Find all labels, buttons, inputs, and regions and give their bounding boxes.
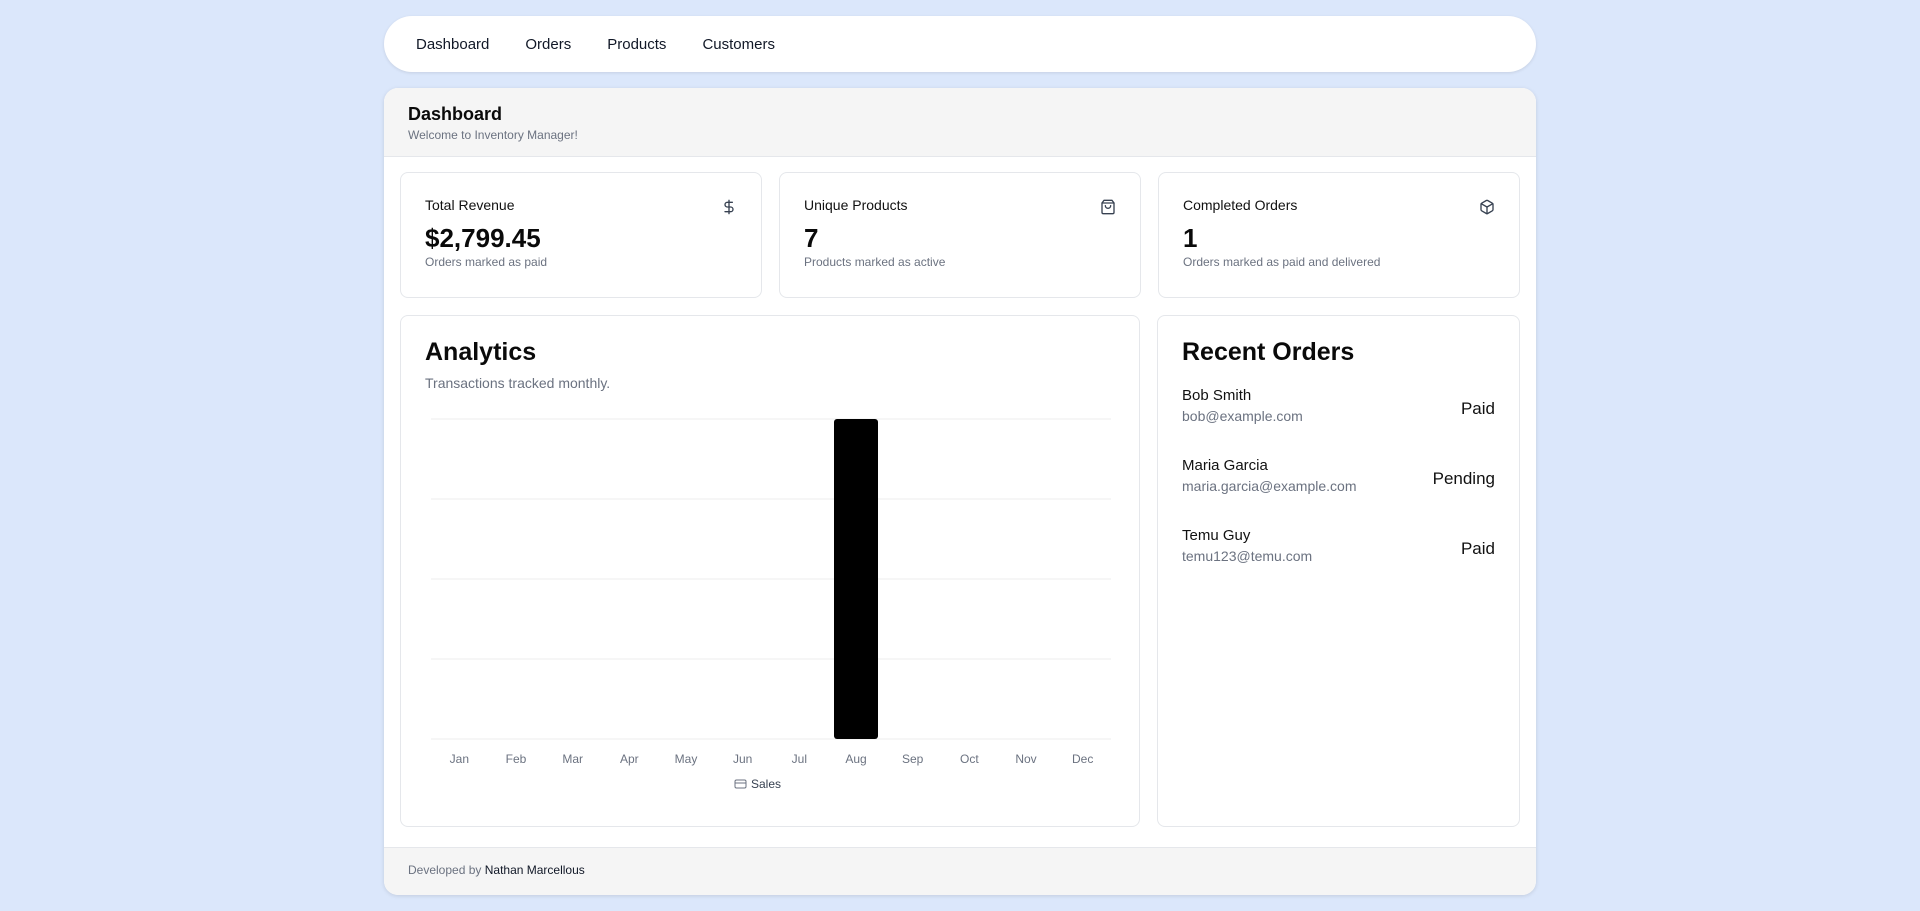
- dollar-icon: [724, 199, 734, 215]
- x-tick-label: May: [675, 752, 698, 766]
- order-item[interactable]: Temu Guy temu123@temu.com Paid: [1182, 527, 1495, 597]
- stat-value: $2,799.45: [425, 223, 541, 253]
- x-tick-label: Dec: [1072, 752, 1093, 766]
- order-customer-name: Temu Guy: [1182, 527, 1251, 544]
- x-tick-label: Apr: [620, 752, 639, 766]
- legend-swatch-icon: [734, 779, 747, 789]
- stat-value: 1: [1183, 223, 1198, 253]
- package-icon: [1480, 199, 1494, 215]
- stat-card-orders: Completed Orders 1 Orders marked as paid…: [1158, 172, 1520, 298]
- order-item[interactable]: Bob Smith bob@example.com Paid: [1182, 387, 1495, 457]
- analytics-panel: Jan Feb Mar Apr May Jun Jul Aug Sep Oct Nov Dec Sale…: [400, 315, 1140, 827]
- x-tick-label: Aug: [845, 752, 866, 766]
- recent-orders-title: Recent Orders: [1182, 338, 1355, 366]
- x-tick-label: Feb: [506, 752, 527, 766]
- legend-label: Sales: [751, 777, 781, 791]
- footer: Developed by Nathan Marcellous: [384, 847, 1536, 895]
- order-customer-email: temu123@temu.com: [1182, 548, 1313, 564]
- analytics-subtitle: Transactions tracked monthly.: [425, 375, 611, 391]
- analytics-title: Analytics: [425, 338, 537, 366]
- orders-list: Bob Smith bob@example.com Paid Maria Gar…: [1182, 387, 1495, 597]
- footer-prefix: Developed by: [408, 863, 482, 877]
- x-tick-label: Jul: [792, 752, 807, 766]
- nav-orders[interactable]: Orders: [525, 36, 571, 53]
- bar-aug: [834, 419, 878, 739]
- stat-title: Total Revenue: [425, 197, 515, 213]
- stat-card-revenue: Total Revenue $2,799.45 Orders marked as…: [400, 172, 762, 298]
- order-status: Pending: [1432, 469, 1495, 488]
- nav-products[interactable]: Products: [607, 36, 666, 53]
- x-tick-label: Nov: [1015, 752, 1036, 766]
- stat-value: 7: [804, 223, 819, 253]
- order-status: Paid: [1460, 539, 1495, 558]
- page-subtitle: Welcome to Inventory Manager!: [408, 128, 578, 142]
- x-tick-label: Jan: [450, 752, 469, 766]
- sales-chart: Jan Feb Mar Apr May Jun Jul Aug Sep Oct Nov Dec Sale…: [431, 418, 1111, 791]
- footer-author-link[interactable]: Nathan Marcellous: [485, 863, 585, 877]
- dashboard-card: Dashboard Welcome to Inventory Manager! …: [384, 88, 1536, 895]
- x-tick-label: Jun: [733, 752, 752, 766]
- top-nav: Dashboard Orders Products Customers: [384, 16, 1536, 72]
- shopping-bag-icon: [1101, 199, 1115, 215]
- stat-caption: Products marked as active: [804, 255, 946, 269]
- stat-title: Completed Orders: [1183, 197, 1298, 213]
- page-header: Dashboard Welcome to Inventory Manager!: [384, 88, 1536, 157]
- order-customer-name: Bob Smith: [1182, 387, 1252, 404]
- nav-dashboard[interactable]: Dashboard: [416, 36, 489, 53]
- x-tick-label: Mar: [562, 752, 583, 766]
- stat-card-products: Unique Products 7 Products marked as act…: [779, 172, 1141, 298]
- x-tick-label: Sep: [902, 752, 924, 766]
- nav-customers[interactable]: Customers: [702, 36, 775, 53]
- page-title: Dashboard: [408, 104, 503, 124]
- recent-orders-panel: Recent Orders Bob Smith bob@example.com …: [1157, 315, 1520, 827]
- stat-caption: Orders marked as paid: [425, 255, 548, 269]
- stat-title: Unique Products: [804, 197, 908, 213]
- stat-caption: Orders marked as paid and delivered: [1183, 255, 1381, 269]
- order-customer-email: bob@example.com: [1182, 408, 1303, 424]
- x-tick-label: Oct: [960, 752, 979, 766]
- order-item[interactable]: Maria Garcia maria.garcia@example.com Pe…: [1182, 457, 1495, 527]
- order-status: Paid: [1460, 399, 1495, 418]
